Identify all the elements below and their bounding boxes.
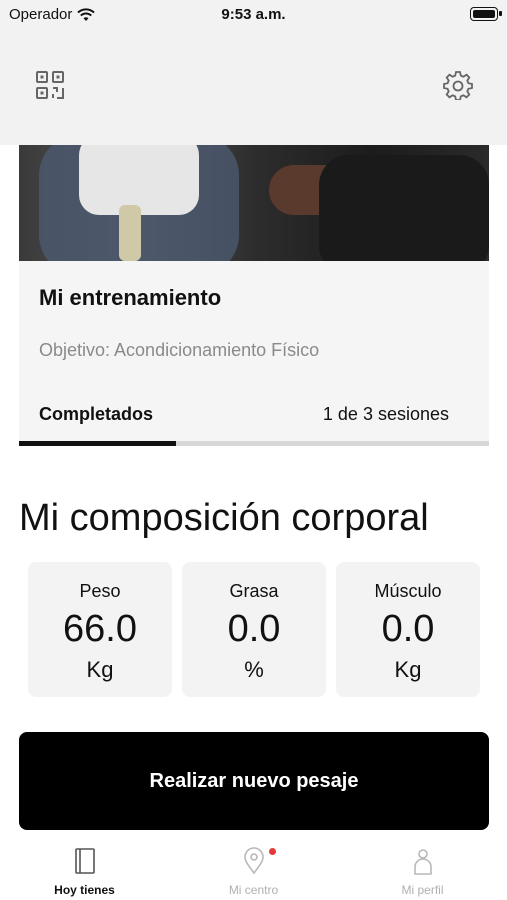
tab-mi-centro[interactable]: Mi centro — [169, 838, 338, 900]
sessions-progress-fill — [19, 441, 176, 446]
metric-unit: Kg — [86, 657, 114, 682]
metric-label: Músculo — [374, 581, 442, 601]
metric-muscle: Músculo 0.0 Kg — [336, 562, 480, 697]
metric-unit: % — [244, 657, 264, 682]
tab-bar: Hoy tienes Mi centro Mi perfil — [0, 838, 507, 900]
sessions-count: 1 de 3 sesiones — [322, 404, 449, 424]
sessions-progress-bar — [19, 441, 489, 446]
training-card[interactable]: Mi entrenamiento Objetivo: Acondicionami… — [19, 145, 489, 446]
completed-label: Completados — [39, 404, 154, 424]
training-title: Mi entrenamiento — [39, 285, 222, 310]
new-weighing-button[interactable]: Realizar nuevo pesaje — [19, 732, 489, 830]
person-icon — [413, 849, 432, 875]
metric-value: 66.0 — [63, 608, 137, 650]
gear-icon[interactable] — [443, 70, 473, 100]
status-bar: Operador 9:53 a.m. — [0, 0, 507, 30]
qr-code-icon[interactable] — [35, 70, 65, 100]
tab-hoy-tienes[interactable]: Hoy tienes — [0, 838, 169, 900]
book-icon — [74, 848, 95, 874]
body-composition-title: Mi composición corporal — [19, 497, 429, 539]
location-pin-icon — [243, 847, 264, 875]
training-hero-image — [19, 145, 489, 261]
metric-value: 0.0 — [227, 608, 281, 650]
metric-label: Peso — [79, 581, 121, 601]
metric-fat: Grasa 0.0 % — [182, 562, 326, 697]
metric-unit: Kg — [394, 657, 422, 682]
metric-label: Grasa — [229, 581, 279, 601]
battery-icon — [470, 7, 502, 21]
top-navigation-bar — [0, 30, 507, 145]
clock: 9:53 a.m. — [221, 6, 286, 23]
tab-label: Mi centro — [228, 883, 279, 897]
tab-label: Hoy tienes — [54, 883, 115, 897]
tab-mi-perfil[interactable]: Mi perfil — [338, 838, 507, 900]
notification-badge — [269, 848, 276, 855]
metric-weight: Peso 66.0 Kg — [28, 562, 172, 697]
training-objective: Objetivo: Acondicionamiento Físico — [39, 340, 320, 360]
metric-value: 0.0 — [381, 608, 435, 650]
tab-label: Mi perfil — [401, 883, 444, 897]
